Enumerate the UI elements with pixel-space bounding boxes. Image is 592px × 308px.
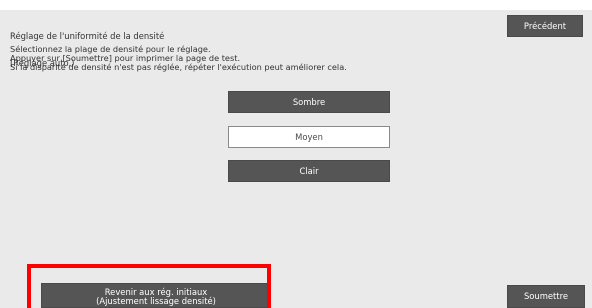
- instruction-line-3: Si la disparité de densité n'est pas rég…: [10, 62, 347, 73]
- density-option-label: Moyen: [295, 131, 323, 142]
- revert-defaults-label-line-2: (Ajustement lissage densité): [96, 295, 216, 306]
- page-title-line-1: Réglage de l'uniformité de la densité: [10, 31, 165, 41]
- revert-defaults-button[interactable]: Revenir aux rég. initiaux (Ajustement li…: [41, 283, 271, 308]
- density-uniformity-screen: Réglage de l'uniformité de la densité (R…: [0, 0, 592, 308]
- submit-button[interactable]: Soumettre: [507, 285, 585, 308]
- back-button[interactable]: Précédent: [507, 15, 583, 37]
- density-option-label: Sombre: [292, 96, 326, 107]
- density-option-sombre[interactable]: Sombre: [228, 91, 390, 113]
- instructions: Sélectionnez la plage de densité pour le…: [10, 44, 347, 73]
- density-option-moyen[interactable]: Moyen: [228, 126, 390, 148]
- density-option-label: Clair: [299, 165, 319, 176]
- settings-panel: Réglage de l'uniformité de la densité (R…: [0, 10, 592, 308]
- submit-button-label: Soumettre: [523, 291, 569, 301]
- back-button-label: Précédent: [523, 20, 567, 31]
- density-option-clair[interactable]: Clair: [228, 160, 390, 182]
